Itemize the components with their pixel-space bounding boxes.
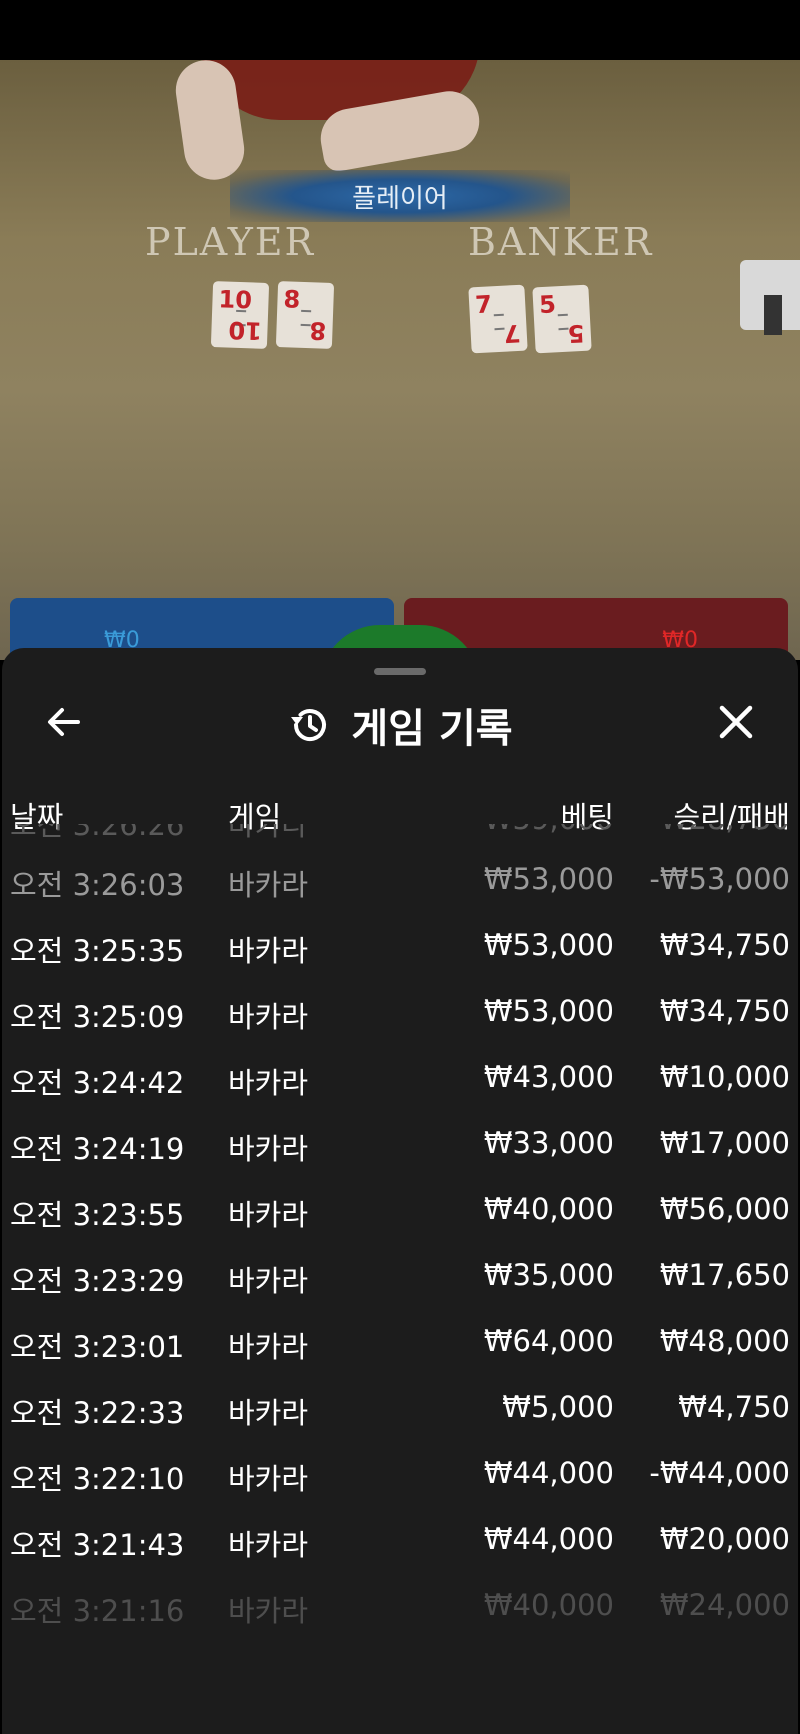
row-game: 바카라 bbox=[228, 934, 309, 968]
row-bet: ₩53,000 bbox=[483, 928, 614, 962]
card-rank: 7 bbox=[503, 318, 522, 348]
table-row[interactable]: 오전 3:25:35 바카라 ₩53,000 ₩34,750 bbox=[2, 928, 798, 988]
row-game: 바카라 bbox=[228, 1198, 309, 1232]
card-rank: 5 bbox=[538, 290, 557, 320]
table-row[interactable]: 오전 3:22:33 바카라 ₩5,000 ₩4,750 bbox=[2, 1390, 798, 1450]
card-rank: 5 bbox=[567, 318, 586, 348]
row-game: 바카라 bbox=[228, 1264, 309, 1298]
row-date: 오전 3:26:03 bbox=[10, 868, 185, 902]
row-game: 바카라 bbox=[228, 1330, 309, 1364]
row-game: 바카라 bbox=[228, 1396, 309, 1430]
table-row[interactable]: 오전 3:23:01 바카라 ₩64,000 ₩48,000 bbox=[2, 1324, 798, 1384]
row-result: ₩28,750 bbox=[660, 824, 790, 836]
row-bet: ₩64,000 bbox=[483, 1324, 614, 1358]
status-bar bbox=[0, 0, 800, 60]
row-game: 바카라 bbox=[228, 1528, 309, 1562]
table-row[interactable]: 오전 3:21:16 바카라 ₩40,000 ₩24,000 bbox=[2, 1588, 798, 1648]
row-date: 오전 3:23:01 bbox=[10, 1330, 185, 1364]
row-date: 오전 3:26:26 bbox=[10, 824, 185, 842]
row-bet: ₩44,000 bbox=[483, 1456, 614, 1490]
player-area-label: PLAYER bbox=[145, 220, 316, 264]
row-result: ₩34,750 bbox=[659, 994, 790, 1028]
row-date: 오전 3:24:42 bbox=[10, 1066, 185, 1100]
card-rank: 10 bbox=[227, 315, 262, 345]
card-rank: 8 bbox=[283, 285, 301, 314]
row-result: ₩48,000 bbox=[659, 1324, 790, 1358]
row-bet: ₩40,000 bbox=[483, 1588, 614, 1622]
row-result: ₩10,000 bbox=[659, 1060, 790, 1094]
table-row[interactable]: 오전 3:26:26 바카라 ₩59,000 ₩28,750 bbox=[2, 824, 798, 862]
banker-card-2: 5 5 bbox=[532, 284, 592, 354]
page-title: 게임 기록 bbox=[351, 706, 513, 752]
row-date: 오전 3:25:09 bbox=[10, 1000, 185, 1034]
row-bet: ₩5,000 bbox=[502, 1390, 614, 1424]
history-icon bbox=[291, 709, 327, 742]
card-shoe-slot bbox=[764, 295, 782, 335]
row-date: 오전 3:21:43 bbox=[10, 1528, 185, 1562]
close-button[interactable] bbox=[714, 700, 758, 744]
row-date: 오전 3:25:35 bbox=[10, 934, 185, 968]
row-game: 바카라 bbox=[228, 868, 309, 902]
row-bet: ₩53,000 bbox=[483, 862, 614, 896]
row-result: ₩17,000 bbox=[659, 1126, 790, 1160]
banker-area-label: BANKER bbox=[468, 220, 654, 264]
result-banner: 플레이어 bbox=[230, 170, 570, 222]
row-result: ₩24,000 bbox=[659, 1588, 790, 1622]
banker-card-1: 7 7 bbox=[468, 284, 528, 354]
sheet-header: 게임 기록 bbox=[2, 696, 798, 754]
row-game: 바카라 bbox=[228, 1000, 309, 1034]
table-row[interactable]: 오전 3:22:10 바카라 ₩44,000 -₩44,000 bbox=[2, 1456, 798, 1516]
row-date: 오전 3:22:33 bbox=[10, 1396, 185, 1430]
row-result: ₩34,750 bbox=[659, 928, 790, 962]
player-card-2: 8 8 bbox=[275, 281, 335, 349]
player-card-1: 10 10 bbox=[210, 281, 270, 349]
row-result: -₩53,000 bbox=[649, 862, 790, 896]
close-icon bbox=[719, 705, 753, 739]
row-result: -₩44,000 bbox=[649, 1456, 790, 1490]
row-bet: ₩43,000 bbox=[483, 1060, 614, 1094]
table-row[interactable]: 오전 3:25:09 바카라 ₩53,000 ₩34,750 bbox=[2, 994, 798, 1054]
row-date: 오전 3:24:19 bbox=[10, 1132, 185, 1166]
row-date: 오전 3:21:16 bbox=[10, 1594, 185, 1628]
row-game: 바카라 bbox=[228, 824, 309, 842]
row-date: 오전 3:23:55 bbox=[10, 1198, 185, 1232]
row-bet: ₩35,000 bbox=[483, 1258, 614, 1292]
row-bet: ₩33,000 bbox=[483, 1126, 614, 1160]
row-date: 오전 3:22:10 bbox=[10, 1462, 185, 1496]
row-game: 바카라 bbox=[228, 1132, 309, 1166]
row-result: ₩20,000 bbox=[659, 1522, 790, 1556]
table-row[interactable]: 오전 3:24:42 바카라 ₩43,000 ₩10,000 bbox=[2, 1060, 798, 1120]
row-bet: ₩59,000 bbox=[484, 824, 614, 836]
table-row[interactable]: 오전 3:26:03 바카라 ₩53,000 -₩53,000 bbox=[2, 862, 798, 922]
table-row[interactable]: 오전 3:23:29 바카라 ₩35,000 ₩17,650 bbox=[2, 1258, 798, 1318]
live-video-feed: 플레이어 PLAYER BANKER 10 10 8 8 7 7 5 5 bbox=[0, 60, 800, 660]
card-rank: 8 bbox=[309, 316, 327, 345]
row-date: 오전 3:23:29 bbox=[10, 1264, 185, 1298]
row-game: 바카라 bbox=[228, 1066, 309, 1100]
table-row[interactable]: 오전 3:21:43 바카라 ₩44,000 ₩20,000 bbox=[2, 1522, 798, 1582]
row-bet: ₩53,000 bbox=[483, 994, 614, 1028]
drag-handle[interactable] bbox=[374, 668, 426, 675]
table-row[interactable]: 오전 3:23:55 바카라 ₩40,000 ₩56,000 bbox=[2, 1192, 798, 1252]
row-result: ₩56,000 bbox=[659, 1192, 790, 1226]
row-result: ₩17,650 bbox=[659, 1258, 790, 1292]
row-bet: ₩44,000 bbox=[483, 1522, 614, 1556]
table-row[interactable]: 오전 3:24:19 바카라 ₩33,000 ₩17,000 bbox=[2, 1126, 798, 1186]
row-game: 바카라 bbox=[228, 1594, 309, 1628]
row-game: 바카라 bbox=[228, 1462, 309, 1496]
card-rank: 7 bbox=[474, 290, 493, 320]
history-list[interactable]: 오전 3:26:26 바카라 ₩59,000 ₩28,750 오전 3:26:0… bbox=[2, 824, 798, 1654]
row-result: ₩4,750 bbox=[678, 1390, 790, 1424]
row-bet: ₩40,000 bbox=[483, 1192, 614, 1226]
game-history-sheet: 게임 기록 날짜 게임 베팅 승리/패배 오전 3:26:26 바카라 ₩59,… bbox=[2, 648, 798, 1734]
